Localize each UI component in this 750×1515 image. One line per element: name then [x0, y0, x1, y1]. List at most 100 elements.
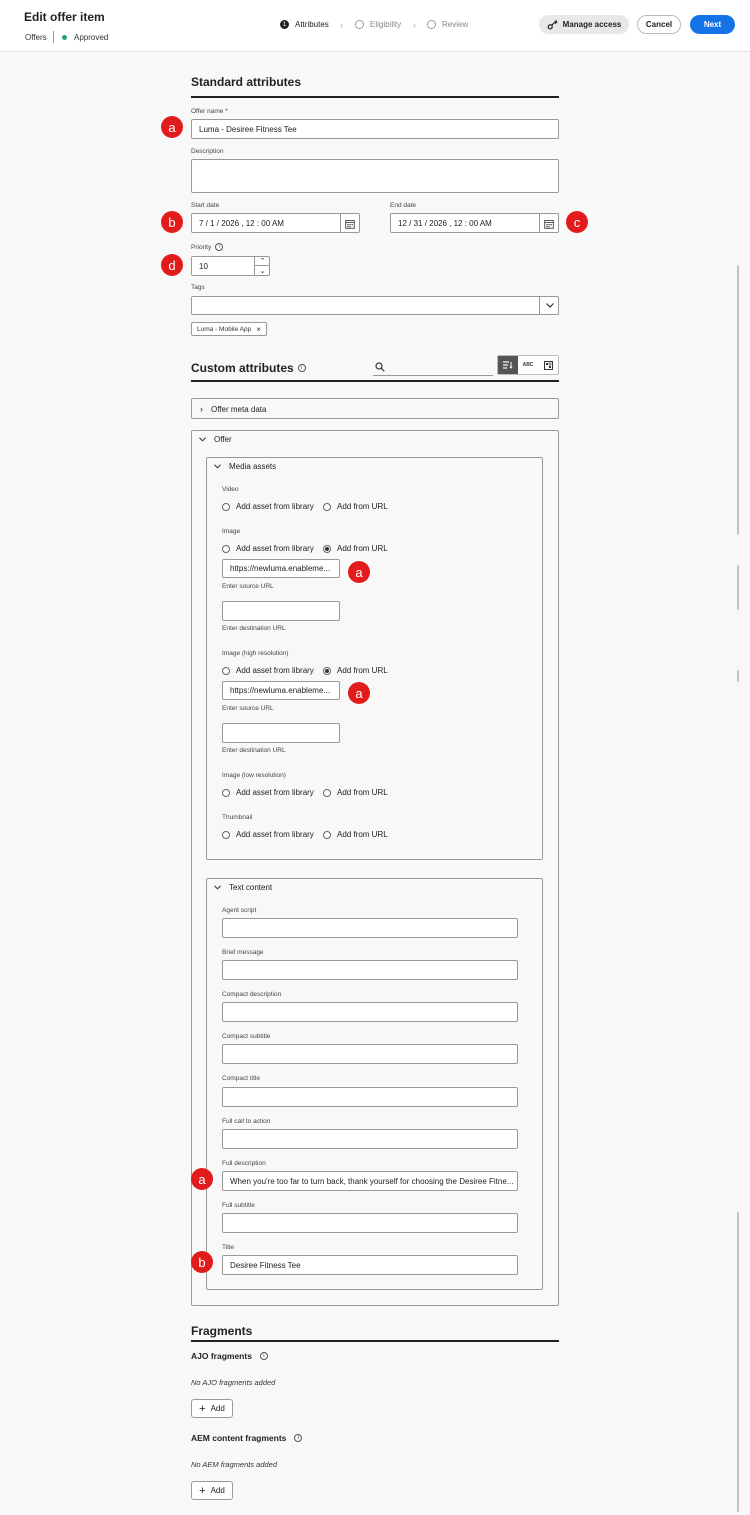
annotation-marker-a: a [161, 116, 183, 138]
compact-description-field[interactable] [222, 1002, 518, 1022]
radio-add-asset-library[interactable]: Add asset from library [222, 666, 314, 675]
breadcrumb-offers[interactable]: Offers [25, 33, 47, 42]
calendar-icon[interactable] [539, 214, 558, 232]
description-field[interactable] [191, 159, 559, 193]
radio-add-asset-library[interactable]: Add asset from library [222, 830, 314, 839]
step-circle-icon [427, 20, 436, 29]
manage-access-label: Manage access [562, 20, 622, 29]
image-high-res-label: Image (high resolution) [222, 650, 289, 657]
media-assets-panel [206, 457, 543, 860]
section-divider [191, 1340, 559, 1342]
breadcrumb-divider [53, 31, 54, 43]
radio-icon [222, 830, 230, 839]
compact-subtitle-label: Compact subtitle [222, 1033, 271, 1040]
step-circle-icon [355, 20, 364, 29]
search-input[interactable] [373, 360, 493, 376]
video-label: Video [222, 486, 239, 493]
chevron-down-icon[interactable]: ⌄ [255, 266, 270, 275]
text-content-header[interactable]: Text content [214, 883, 272, 892]
info-icon: i [294, 1434, 303, 1442]
radio-icon [222, 788, 230, 797]
radio-add-from-url[interactable]: Add from URL [323, 788, 388, 797]
brief-message-field[interactable] [222, 960, 518, 980]
next-button[interactable]: Next [690, 15, 735, 34]
enter-source-url-label: Enter source URL [222, 583, 274, 590]
chevron-down-icon [214, 885, 221, 890]
plus-icon: + [199, 1402, 206, 1415]
image-source-url-field[interactable]: https://newluma.enableme... [222, 559, 340, 578]
image-high-res-destination-url-field[interactable] [222, 723, 340, 743]
start-date-label: Start date [191, 202, 220, 209]
start-date-field[interactable]: 7 / 1 / 2026 , 12 : 00 AM [191, 213, 360, 233]
radio-add-asset-library[interactable]: Add asset from library [222, 788, 314, 797]
page-title: Edit offer item [24, 10, 105, 24]
step-label: Eligibility [370, 20, 402, 29]
list-view-icon[interactable] [498, 356, 518, 374]
step-eligibility[interactable]: Eligibility [355, 20, 401, 29]
annotation-marker-b: b [161, 211, 183, 233]
end-date-field[interactable]: 12 / 31 / 2026 , 12 : 00 AM [390, 213, 559, 233]
image-destination-url-field[interactable] [222, 601, 340, 621]
image-low-res-label: Image (low resolution) [222, 772, 286, 779]
calendar-icon[interactable] [340, 214, 359, 232]
add-label: Add [210, 1486, 225, 1495]
full-subtitle-field[interactable] [222, 1213, 518, 1233]
plus-icon: + [199, 1484, 206, 1497]
brief-message-label: Brief message [222, 949, 264, 956]
title-field[interactable]: Desiree Fitness Tee [222, 1255, 518, 1275]
image-high-res-source-url-field[interactable]: https://newluma.enableme... [222, 681, 340, 700]
full-cta-field[interactable] [222, 1129, 518, 1149]
step-label: Attributes [295, 20, 329, 29]
radio-add-asset-library[interactable]: Add asset from library [222, 544, 314, 553]
step-review[interactable]: Review [427, 20, 468, 29]
annotation-marker-a: a [348, 561, 370, 583]
radio-add-from-url[interactable]: Add from URL [323, 544, 388, 553]
manage-access-button[interactable]: Manage access [539, 15, 629, 34]
step-number: 1 [280, 20, 289, 29]
scrollbar[interactable] [737, 670, 739, 682]
chevron-up-icon[interactable]: ⌃ [255, 256, 270, 266]
tag-chip: Luma - Mobile App × [191, 322, 267, 336]
close-icon[interactable]: × [256, 325, 261, 334]
full-subtitle-label: Full subtitle [222, 1202, 255, 1209]
chevron-down-icon[interactable] [539, 296, 559, 315]
radio-add-from-url[interactable]: Add from URL [323, 830, 388, 839]
chevron-right-icon: › [340, 20, 343, 30]
compact-title-field[interactable] [222, 1087, 518, 1107]
radio-add-asset-library[interactable]: Add asset from library [222, 502, 314, 511]
scrollbar[interactable] [737, 565, 739, 610]
aem-fragments-heading: AEM content fragments i [191, 1433, 303, 1443]
annotation-marker-a: a [348, 682, 370, 704]
scrollbar[interactable] [737, 1212, 739, 1512]
offer-name-field[interactable]: Luma - Desiree Fitness Tee [191, 119, 559, 139]
compact-subtitle-field[interactable] [222, 1044, 518, 1064]
alphabetical-view-button[interactable]: ABC [518, 356, 538, 374]
radio-add-from-url[interactable]: Add from URL [323, 666, 388, 675]
offer-panel-header[interactable]: Offer [199, 435, 232, 444]
add-aem-fragment-button[interactable]: + Add [191, 1481, 233, 1500]
radio-icon [222, 502, 230, 511]
chevron-down-icon [214, 464, 221, 469]
enter-destination-url-label: Enter destination URL [222, 625, 286, 632]
panel-header: › Offer meta data [200, 404, 266, 414]
ajo-empty-text: No AJO fragments added [191, 1378, 276, 1387]
annotation-marker-c: c [566, 211, 588, 233]
add-ajo-fragment-button[interactable]: + Add [191, 1399, 233, 1418]
radio-icon [323, 830, 331, 839]
view-toggle: ABC [497, 355, 559, 375]
chevron-right-icon: › [413, 20, 416, 30]
full-description-field[interactable]: When you're too far to turn back, thank … [222, 1171, 518, 1191]
radio-icon [222, 544, 230, 553]
panel-title: Text content [229, 883, 273, 892]
step-attributes[interactable]: 1 Attributes [280, 20, 329, 29]
tags-combobox[interactable] [191, 296, 559, 315]
offer-meta-data-panel[interactable]: › Offer meta data [191, 398, 559, 419]
cancel-button[interactable]: Cancel [637, 15, 681, 34]
grid-view-icon[interactable] [538, 356, 558, 374]
media-assets-header[interactable]: Media assets [214, 462, 276, 471]
radio-add-from-url[interactable]: Add from URL [323, 502, 388, 511]
scrollbar[interactable] [737, 265, 739, 535]
key-icon [547, 19, 558, 30]
agent-script-field[interactable] [222, 918, 518, 938]
enter-destination-url-label: Enter destination URL [222, 747, 286, 754]
